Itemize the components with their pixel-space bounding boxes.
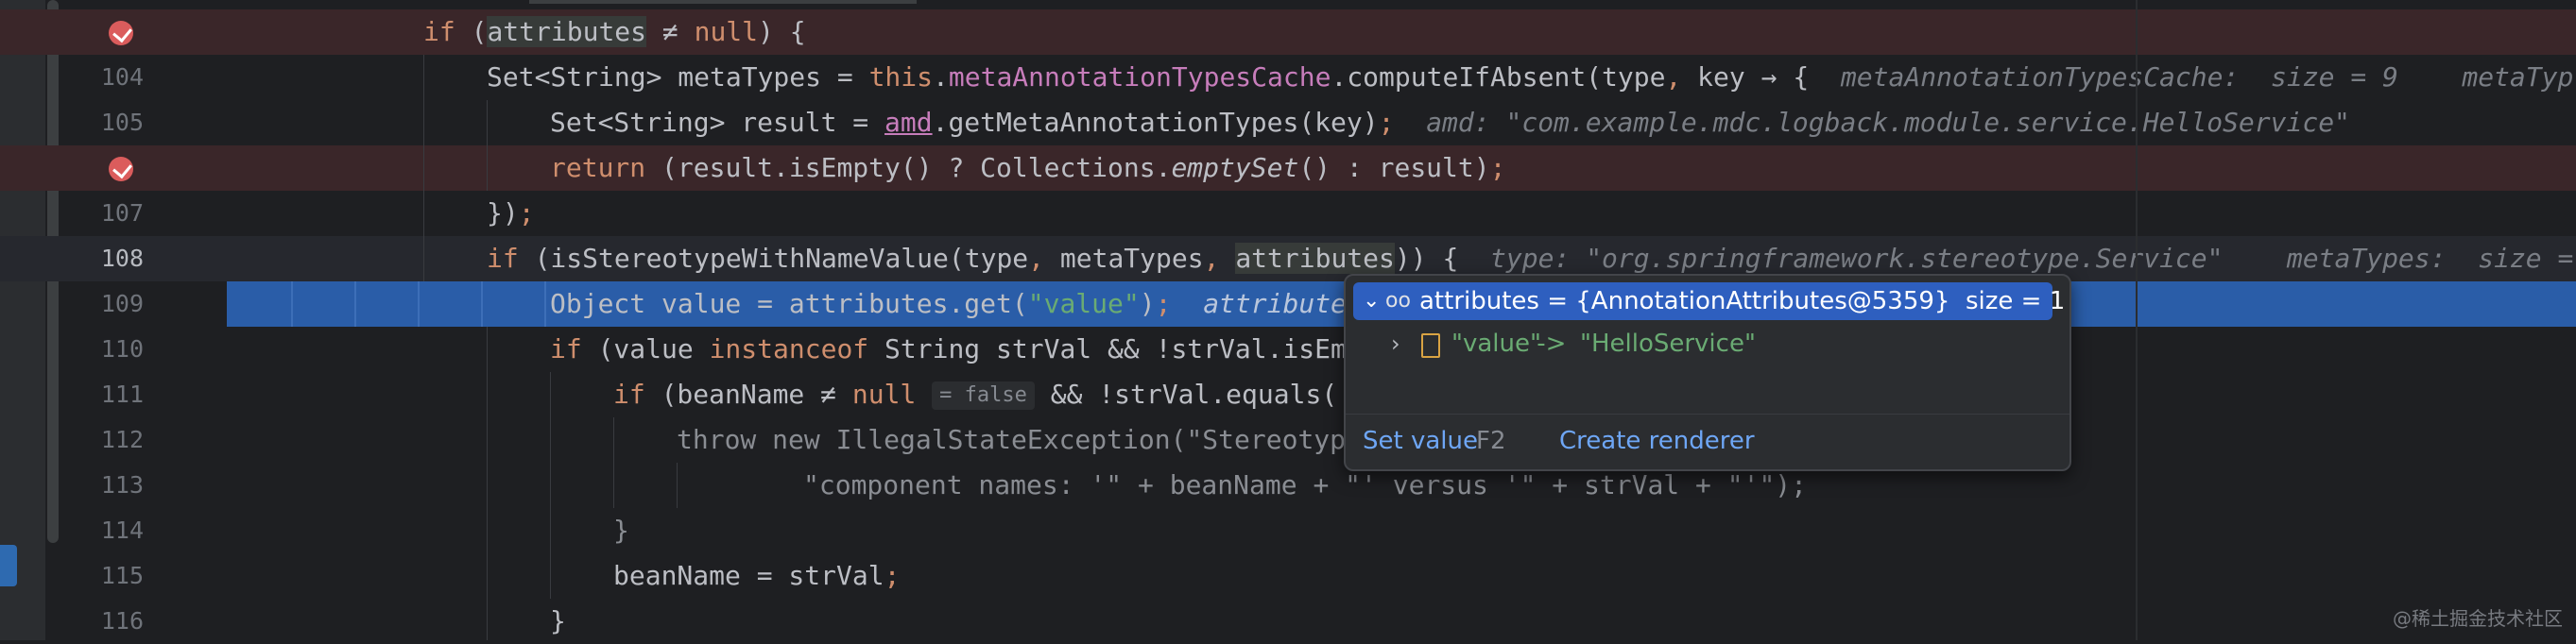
code-text: Set<String> metaTypes = this.metaAnnotat… [487, 61, 2574, 93]
code-line: 116 } [0, 599, 2576, 644]
code-text: if (beanName ≠ null = false && !strVal.e… [613, 379, 1338, 410]
code-line: return (result.isEmpty() ? Collections.e… [0, 145, 2576, 191]
indent-guide [550, 372, 551, 599]
entry-arrow: -> [1529, 330, 1574, 358]
indent-guide [613, 417, 614, 508]
right-margin-guide [2136, 0, 2138, 640]
set-value-link[interactable]: Set value [1363, 415, 1478, 467]
code-line: 104 Set<String> metaTypes = this.metaAnn… [0, 55, 2576, 100]
line-number: 111 [100, 381, 144, 408]
line-number: 109 [100, 290, 144, 317]
code-line: 112 throw new IllegalStateException("Ste… [0, 417, 2576, 463]
code-line: 107 }); [0, 191, 2576, 236]
code-text: } [550, 605, 566, 636]
code-text: } [613, 515, 629, 546]
line-number: 105 [100, 109, 144, 136]
popup-actions: Set value F2 Create renderer [1346, 414, 2069, 469]
indent-guide [481, 281, 483, 327]
inlay-hint: = false [932, 381, 1035, 410]
tree-node-value[interactable]: › "value" -> "HelloService" [1353, 325, 2052, 363]
chevron-down-icon[interactable]: ⌄ [1363, 282, 1380, 320]
code-text: throw new IllegalStateException("Stereot… [677, 424, 1347, 455]
code-line: if (attributes ≠ null) { [0, 9, 2576, 55]
debug-inline-value: metaAnnotationTypesCache: size = 9 metaT… [1840, 61, 2574, 93]
debug-inline-value: amd: "com.example.mdc.logback.module.ser… [1426, 107, 2350, 138]
set-value-shortcut: F2 [1476, 427, 1506, 455]
debug-inline-value: attribute [1203, 288, 1347, 319]
watermark: @稀土掘金技术社区 [2393, 607, 2563, 630]
tree-node-label: attributes = {AnnotationAttributes@5359}… [1419, 287, 2066, 315]
indent-guide [677, 463, 678, 508]
chevron-right-icon[interactable]: › [1391, 325, 1400, 363]
tree-node-attributes[interactable]: ⌄ oo attributes = {AnnotationAttributes@… [1353, 282, 2065, 320]
code-text: Object value = attributes.get("value"); … [550, 288, 1347, 319]
breakpoint-icon[interactable] [109, 157, 133, 181]
code-line: 110 if (value instanceof String strVal &… [0, 327, 2576, 372]
map-entry-icon [1421, 333, 1440, 358]
line-number: 107 [100, 199, 144, 227]
line-number: 112 [100, 426, 144, 453]
breakpoint-icon[interactable] [109, 21, 133, 45]
entry-key: "value" [1451, 330, 1541, 358]
debug-value-popup: ⌄ oo attributes = {AnnotationAttributes@… [1344, 274, 2071, 471]
line-number: 115 [100, 562, 144, 589]
line-number: 110 [100, 335, 144, 363]
indent-guide [291, 281, 293, 327]
code-text: }); [487, 197, 535, 229]
create-renderer-link[interactable]: Create renderer [1559, 415, 1755, 467]
indent-guide [487, 100, 488, 191]
code-text: if (value instanceof String strVal && !s… [550, 333, 1347, 364]
entry-value: "HelloService" [1580, 330, 1756, 358]
code-text: Set<String> result = amd.getMetaAnnotati… [550, 107, 2350, 138]
code-line: 113 "component names: '" + beanName + "'… [0, 463, 2576, 508]
watch-glasses-icon: oo [1385, 289, 1411, 313]
code-text: return (result.isEmpty() ? Collections.e… [550, 152, 1506, 183]
code-line-current: 108 if (isStereotypeWithNameValue(type, … [0, 236, 2576, 281]
line-number: 116 [100, 607, 144, 635]
indent-guide [544, 281, 546, 327]
indent-guide [487, 327, 488, 640]
code-line: 105 Set<String> result = amd.getMetaAnno… [0, 100, 2576, 145]
top-scroll-indicator [529, 0, 917, 4]
line-number: 104 [100, 63, 144, 91]
code-text: beanName = strVal; [613, 560, 901, 591]
code-line: 111 if (beanName ≠ null = false && !strV… [0, 372, 2576, 417]
code-line: 115 beanName = strVal; [0, 553, 2576, 599]
code-text: if (attributes ≠ null) { [423, 16, 806, 47]
indent-guide [423, 55, 424, 281]
line-number: 108 [100, 245, 144, 272]
line-number: 113 [100, 471, 144, 499]
debug-inline-value: type: "org.springframework.stereotype.Se… [1490, 243, 2576, 274]
code-line: 114 } [0, 508, 2576, 553]
indent-guide [418, 281, 420, 327]
line-number: 114 [100, 517, 144, 544]
indent-guide [354, 281, 356, 327]
